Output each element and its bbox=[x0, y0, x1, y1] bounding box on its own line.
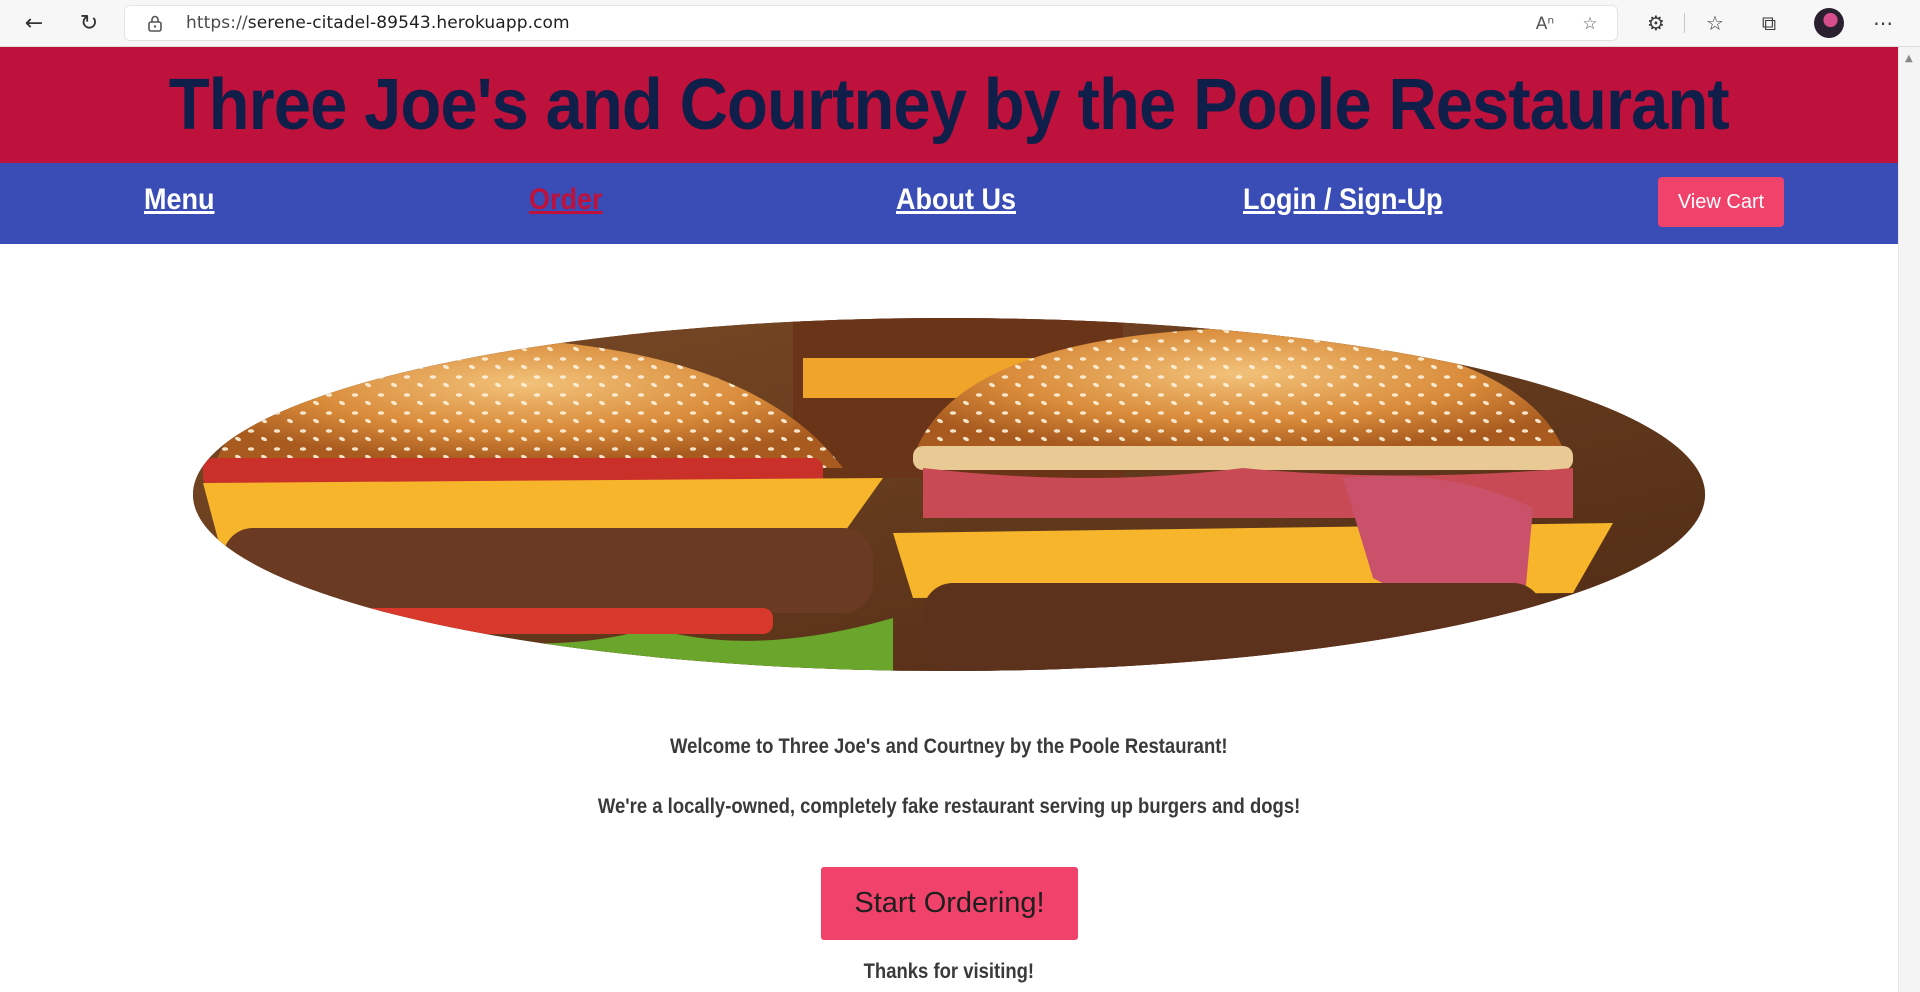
site-title: Three Joe's and Courtney by the Poole Re… bbox=[168, 65, 1730, 145]
site-header: Three Joe's and Courtney by the Poole Re… bbox=[0, 47, 1898, 163]
lock-icon bbox=[148, 15, 162, 32]
thanks-text: Thanks for visiting! bbox=[0, 960, 1898, 984]
refresh-icon[interactable]: ↻ bbox=[72, 7, 106, 39]
main-nav: Menu Order About Us Login / Sign-Up View… bbox=[0, 163, 1898, 244]
tagline-line: We're a locally-owned, completely fake r… bbox=[597, 795, 1301, 818]
scroll-up-icon[interactable]: ▲ bbox=[1905, 53, 1913, 64]
collections-icon[interactable]: ⧉ bbox=[1754, 8, 1784, 38]
url-host: serene-citadel-89543.herokuapp.com bbox=[247, 13, 570, 33]
avatar[interactable] bbox=[1814, 8, 1844, 38]
favorites-icon[interactable]: ☆ bbox=[1700, 8, 1730, 38]
view-cart-button[interactable]: View Cart bbox=[1658, 177, 1784, 227]
favorite-add-icon[interactable]: ☆ bbox=[1579, 13, 1601, 35]
vertical-scrollbar[interactable]: ▲ bbox=[1898, 47, 1920, 992]
url-text: https://serene-citadel-89543.herokuapp.c… bbox=[186, 13, 570, 33]
nav-link-about-us[interactable]: About Us bbox=[896, 183, 1016, 217]
browser-toolbar: ← ↻ https://serene-citadel-89543.herokua… bbox=[0, 0, 1920, 47]
read-aloud-icon[interactable]: Aⁿ bbox=[1534, 13, 1556, 35]
start-ordering-button[interactable]: Start Ordering! bbox=[821, 867, 1078, 940]
back-icon[interactable]: ← bbox=[17, 7, 51, 39]
url-scheme: https:// bbox=[186, 13, 248, 33]
nav-link-menu[interactable]: Menu bbox=[144, 183, 214, 217]
tagline-text: We're a locally-owned, completely fake r… bbox=[0, 795, 1898, 819]
address-bar[interactable]: https://serene-citadel-89543.herokuapp.c… bbox=[124, 5, 1618, 41]
toolbar-divider bbox=[1684, 13, 1685, 33]
hero-burger-image bbox=[193, 318, 1705, 671]
web-page: Three Joe's and Courtney by the Poole Re… bbox=[0, 47, 1898, 992]
nav-link-order[interactable]: Order bbox=[529, 183, 603, 217]
burger-illustration bbox=[193, 318, 1705, 671]
welcome-line: Welcome to Three Joe's and Courtney by t… bbox=[670, 735, 1228, 758]
extensions-icon[interactable]: ⚙ bbox=[1641, 8, 1671, 38]
thanks-line: Thanks for visiting! bbox=[863, 960, 1035, 983]
welcome-text: Welcome to Three Joe's and Courtney by t… bbox=[0, 735, 1898, 759]
nav-link-login-signup[interactable]: Login / Sign-Up bbox=[1243, 183, 1442, 217]
more-icon[interactable]: ⋯ bbox=[1868, 8, 1898, 38]
